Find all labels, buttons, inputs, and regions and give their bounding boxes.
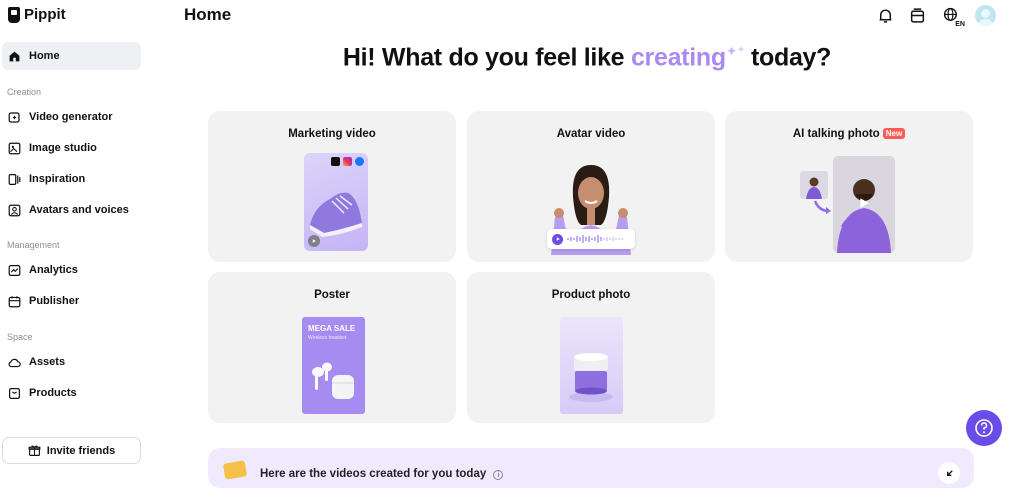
play-icon[interactable] (552, 233, 563, 245)
calendar-icon (8, 295, 21, 308)
section-label-creation: Creation (7, 87, 42, 97)
sidebar-item-label: Avatars and voices (29, 204, 129, 216)
sidebar-item-image-studio[interactable]: Image studio (2, 134, 141, 162)
language-code: EN (955, 20, 965, 28)
card-poster[interactable]: Poster MEGA SALE Wireless headset (208, 272, 456, 423)
clapperboard-icon (222, 460, 248, 480)
sidebar-item-assets[interactable]: Assets (2, 348, 141, 376)
earbuds-illustration (312, 362, 354, 399)
tiktok-icon (331, 157, 340, 166)
home-icon (8, 50, 21, 63)
hero-suffix: today? (750, 43, 832, 72)
avatar-voice-icon (8, 204, 21, 217)
sidebar-item-label: Products (29, 387, 77, 399)
product-box-icon (8, 387, 21, 400)
section-label-management: Management (7, 240, 60, 250)
card-ai-talking-photo[interactable]: AI talking photo New (725, 111, 973, 262)
sparkle-icon: ✦⁺ (725, 43, 745, 59)
info-icon[interactable]: i (493, 470, 504, 480)
talking-photo-main-thumbnail (833, 156, 895, 253)
app-name: Pippit (24, 6, 66, 23)
page-title: Home (184, 5, 232, 24)
help-button[interactable] (966, 410, 1002, 446)
sidebar-item-label: Home (29, 50, 60, 62)
sidebar-item-label: Video generator (29, 111, 113, 123)
daily-videos-banner[interactable]: Here are the videos created for you toda… (208, 448, 974, 488)
inspiration-icon (8, 173, 21, 186)
image-edit-icon (8, 142, 21, 155)
sidebar-item-analytics[interactable]: Analytics (2, 256, 141, 284)
pippit-logo-icon (8, 6, 20, 23)
hero-accent: creating (630, 43, 726, 72)
bell-icon[interactable] (875, 6, 895, 26)
card-title: Product photo (551, 289, 631, 301)
hero-heading: Hi! What do you feel like creating✦⁺ tod… (150, 43, 1024, 72)
collapse-icon[interactable] (938, 462, 960, 484)
card-marketing-video[interactable]: Marketing video (208, 111, 456, 262)
product-photo-thumbnail (560, 317, 623, 414)
cloud-icon (8, 356, 21, 369)
sidebar: Pippit Home Creation Video generator Ima… (0, 0, 150, 476)
invite-friends-button[interactable]: Invite friends (2, 437, 141, 464)
waveform-icon (567, 235, 623, 243)
new-badge: New (882, 128, 906, 139)
cosmetic-jar-illustration (569, 353, 613, 402)
banner-message: Here are the videos created for you toda… (260, 468, 487, 480)
avatar[interactable] (975, 5, 996, 26)
invite-friends-label: Invite friends (46, 444, 116, 457)
section-label-space: Space (7, 332, 33, 342)
card-avatar-video[interactable]: Avatar video (467, 111, 715, 262)
app-logo[interactable]: Pippit (8, 6, 66, 23)
sidebar-item-products[interactable]: Products (2, 379, 141, 407)
sidebar-item-home[interactable]: Home (2, 42, 141, 70)
banner-text: Here are the videos created for you toda… (260, 468, 504, 480)
sidebar-item-label: Assets (29, 356, 66, 368)
sidebar-item-label: Publisher (29, 295, 80, 307)
card-product-photo[interactable]: Product photo (467, 272, 715, 423)
language-icon[interactable]: EN (939, 6, 965, 28)
video-plus-icon (8, 111, 21, 124)
card-title: Poster (314, 289, 350, 301)
arrow-icon (813, 200, 831, 214)
marketing-video-thumbnail (304, 153, 368, 251)
sidebar-item-label: Analytics (29, 264, 78, 276)
card-title: AI talking photo (792, 128, 880, 140)
play-icon[interactable] (857, 196, 871, 210)
top-toolbar: EN (875, 5, 996, 28)
card-title-row: AI talking photo New (725, 128, 973, 140)
sidebar-item-video-generator[interactable]: Video generator (2, 103, 141, 131)
hero-prefix: Hi! What do you feel like (342, 43, 625, 72)
analytics-icon (8, 264, 21, 277)
talking-photo-small-thumbnail (800, 171, 828, 199)
voice-waveform-bar (547, 229, 635, 249)
sidebar-item-publisher[interactable]: Publisher (2, 287, 141, 315)
sidebar-item-avatars-and-voices[interactable]: Avatars and voices (2, 196, 141, 224)
card-title: Avatar video (556, 128, 626, 140)
poster-thumbnail: MEGA SALE Wireless headset (302, 317, 365, 414)
play-icon[interactable] (308, 235, 320, 247)
question-icon (975, 419, 993, 437)
sidebar-item-label: Image studio (29, 142, 97, 154)
gift-icon (28, 444, 41, 457)
sidebar-item-inspiration[interactable]: Inspiration (2, 165, 141, 193)
inbox-icon[interactable] (907, 6, 927, 26)
instagram-icon (343, 157, 352, 166)
card-title: Marketing video (288, 128, 376, 140)
sidebar-item-label: Inspiration (29, 173, 86, 185)
facebook-icon (355, 157, 364, 166)
